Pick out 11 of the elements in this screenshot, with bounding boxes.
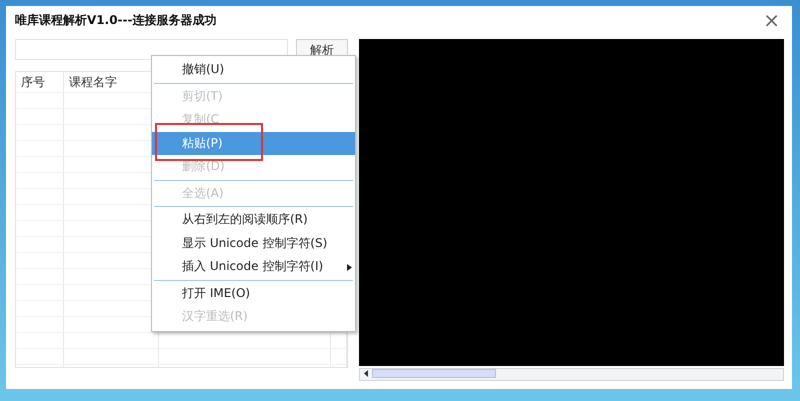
scrollbar[interactable] bbox=[359, 368, 784, 381]
column-header: 序号 bbox=[16, 72, 64, 92]
menu-item[interactable]: 从右到左的阅读顺序(R) bbox=[152, 208, 355, 232]
menu-item[interactable]: 插入 Unicode 控制字符(I) bbox=[152, 255, 355, 278]
menu-item[interactable]: 打开 IME(O) bbox=[152, 282, 355, 305]
menu-item[interactable]: 粘贴(P) bbox=[152, 132, 355, 155]
left-arrow-icon[interactable] bbox=[363, 370, 370, 377]
menu-item[interactable]: 显示 Unicode 控制字符(S) bbox=[152, 232, 355, 255]
window-title: 唯库课程解析V1.0---连接服务器成功 bbox=[15, 12, 216, 28]
close-button[interactable]: × bbox=[759, 10, 784, 30]
scrollbar-thumb[interactable] bbox=[372, 369, 496, 378]
